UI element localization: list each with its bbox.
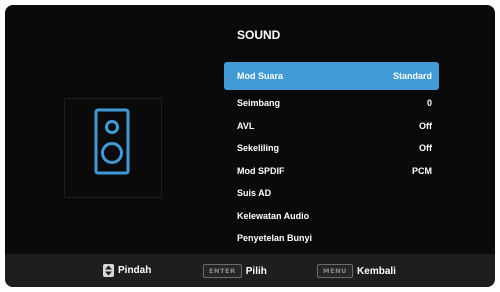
menu-item-avl[interactable]: AVL Off <box>224 115 439 138</box>
back-label: Kembali <box>357 265 396 277</box>
menu-item-label: Seimbang <box>237 98 281 109</box>
menu-item-label: Kelewatan Audio <box>237 210 310 221</box>
menu-item-label: AVL <box>237 120 255 131</box>
menu-item-value: 0 <box>426 98 432 109</box>
sound-preview-panel <box>64 98 162 198</box>
select-hint: ENTER Pilih <box>203 264 267 278</box>
move-label: Pindah <box>118 265 152 276</box>
menu-key-icon: MENU <box>317 264 354 278</box>
move-hint: Pindah <box>103 264 151 277</box>
back-hint: MENU Kembali <box>317 264 396 278</box>
menu-item-value: Standard <box>392 71 432 81</box>
menu-item-mod-suara[interactable]: Mod Suara Standard <box>224 62 439 90</box>
menu-item-mod-spdif[interactable]: Mod SPDIF PCM <box>224 160 439 183</box>
menu-item-suis-ad[interactable]: Suis AD <box>224 182 439 205</box>
key-hint-bar: Pindah ENTER Pilih MENU Kembali <box>5 254 495 287</box>
menu-item-label: Sekeliling <box>237 143 280 154</box>
sound-menu-list: Mod Suara Standard Seimbang 0 AVL Off Se… <box>224 62 439 250</box>
menu-item-value: Off <box>419 143 432 154</box>
menu-item-label: Suis AD <box>237 188 272 199</box>
menu-item-label: Penyetelan Bunyi <box>237 233 313 244</box>
up-down-arrow-icon <box>103 264 114 277</box>
enter-key-icon: ENTER <box>203 264 242 278</box>
menu-item-label: Mod Suara <box>237 71 284 81</box>
menu-item-penyetelan-bunyi[interactable]: Penyetelan Bunyi <box>224 227 439 250</box>
menu-item-value: Off <box>419 120 432 131</box>
tv-screen: SOUND Mod Suara Standard Seimbang 0 AVL … <box>5 5 495 287</box>
speaker-icon <box>94 108 130 175</box>
menu-item-value: PCM <box>412 165 432 176</box>
select-label: Pilih <box>245 265 267 277</box>
menu-item-label: Mod SPDIF <box>237 165 285 176</box>
menu-title: SOUND <box>237 28 281 42</box>
menu-item-sekeliling[interactable]: Sekeliling Off <box>224 137 439 160</box>
menu-item-kelewatan-audio[interactable]: Kelewatan Audio <box>224 205 439 228</box>
menu-item-seimbang[interactable]: Seimbang 0 <box>224 92 439 115</box>
